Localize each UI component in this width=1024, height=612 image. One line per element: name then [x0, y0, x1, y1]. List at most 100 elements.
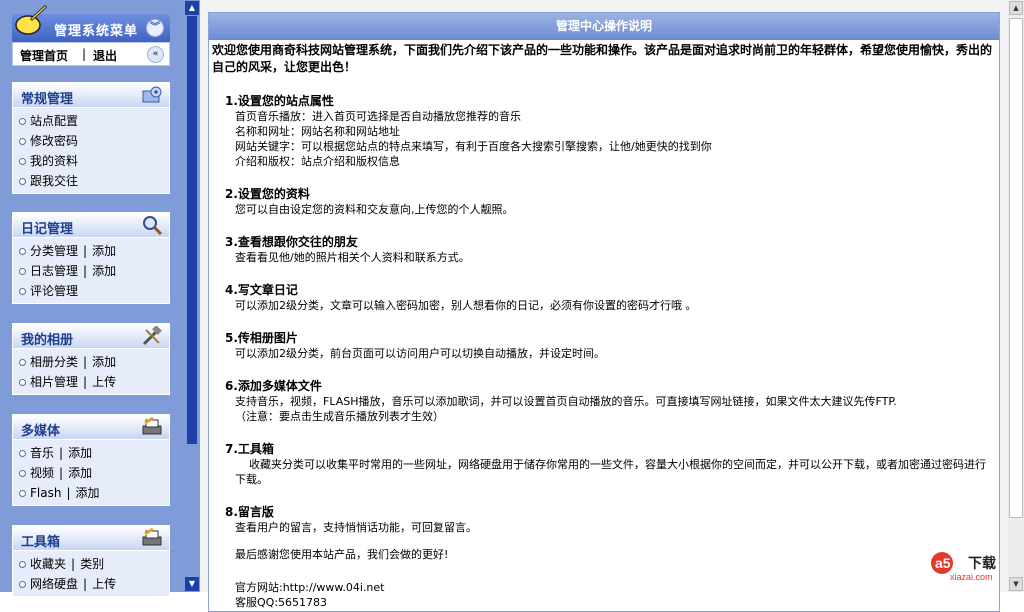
photo-upload-link[interactable]: 上传: [92, 375, 116, 389]
flash-add-link[interactable]: 添加: [76, 486, 100, 500]
video-add-link[interactable]: 添加: [68, 466, 92, 480]
section-line: 支持音乐，视频，FLASH播放，音乐可以添加歌词，并可以设置首页自动播放的音乐。…: [235, 395, 897, 408]
section-album: 5.传相册图片 可以添加2级分类，前台页面可以访问用户可以切换自动播放，并设定时…: [225, 331, 993, 361]
video-link[interactable]: 视频: [30, 466, 54, 480]
section-profile: 2.设置您的资料 您可以自由设定您的资料和交友意向,上传您的个人靓照。: [225, 187, 993, 217]
bullet-icon: [19, 158, 26, 165]
netdisk-link[interactable]: 网络硬盘: [30, 577, 78, 591]
menu-title: 管理系统菜单: [54, 24, 139, 39]
menu-item-change-password[interactable]: 修改密码: [19, 131, 169, 151]
main-area: 管理中心操作说明 欢迎您使用商奇科技网站管理系统，下面我们先介绍下该产品的一些功…: [200, 0, 1024, 612]
left-menu: 管理系统菜单 ︾ 管理首页 | 退出 « 常规管理 站点配置 修改密码 我的资料…: [0, 0, 184, 597]
section-title: 2.设置您的资料: [225, 187, 310, 201]
section-line: 可以添加2级分类，文章可以输入密码加密，别人想看你的日记，必须有你设置的密码才行…: [235, 299, 697, 312]
menu-group-toolbox: 工具箱 收藏夹 | 类别 网络硬盘 | 上传: [12, 525, 170, 597]
scroll-up-arrow-icon[interactable]: ▲: [1009, 1, 1023, 15]
favorites-category-link[interactable]: 类别: [80, 557, 104, 571]
section-title: 5.传相册图片: [225, 331, 298, 345]
section-line: 收藏夹分类可以收集平时常用的一些网址，网络硬盘用于储存你常用的一些文件，容量大小…: [235, 458, 986, 486]
log-add-link[interactable]: 添加: [92, 264, 116, 278]
menu-group-header[interactable]: 日记管理: [13, 213, 169, 238]
menu-item-netdisk: 网络硬盘 | 上传: [19, 574, 169, 594]
bullet-icon: [19, 178, 26, 185]
section-guestbook: 8.留言版 查看用户的留言，支持悄悄话功能，可回复留言。: [225, 505, 993, 535]
section-line: 查看看见他/她的照片相关个人资料和联系方式。: [235, 251, 470, 264]
category-add-link[interactable]: 添加: [92, 244, 116, 258]
menu-group-header[interactable]: 常规管理: [13, 83, 169, 108]
category-manage-link[interactable]: 分类管理: [30, 244, 78, 258]
menu-header: 管理系统菜单 ︾: [12, 5, 170, 42]
bullet-icon: [19, 118, 26, 125]
section-title: 4.写文章日记: [225, 283, 298, 297]
magnifier-icon: [143, 216, 163, 235]
closing-text: 最后感谢您使用本站产品，我们会做的更好!: [235, 548, 449, 561]
section-title: 1.设置您的站点属性: [225, 94, 334, 108]
menu-group-title: 多媒体: [21, 424, 61, 439]
menu-group-header[interactable]: 我的相册: [13, 324, 169, 349]
section-title: 8.留言版: [225, 505, 274, 519]
menu-item-music: 音乐 | 添加: [19, 443, 169, 463]
menu-group-album: 我的相册 相册分类 | 添加 相片管理 | 上传: [12, 323, 170, 395]
music-link[interactable]: 音乐: [30, 446, 54, 460]
scroll-thumb[interactable]: [187, 16, 197, 444]
section-title: 3.查看想跟你交往的朋友: [225, 235, 358, 249]
section-friends: 3.查看想跟你交往的朋友 查看看见他/她的照片相关个人资料和联系方式。: [225, 235, 993, 265]
menu-item-category: 分类管理 | 添加: [19, 241, 169, 261]
double-chevron-left-icon[interactable]: «: [147, 46, 164, 63]
bullet-icon: [19, 288, 26, 295]
scroll-up-arrow-icon[interactable]: ▲: [185, 1, 199, 15]
menu-item-contacts[interactable]: 跟我交往: [19, 171, 169, 191]
menu-item-comments[interactable]: 评论管理: [19, 281, 169, 301]
scroll-down-arrow-icon[interactable]: ▼: [185, 577, 199, 591]
music-add-link[interactable]: 添加: [68, 446, 92, 460]
watermark-domain: xiazai.com: [950, 572, 993, 582]
album-add-link[interactable]: 添加: [92, 355, 116, 369]
menu-group-header[interactable]: 工具箱: [13, 526, 169, 551]
netdisk-upload-link[interactable]: 上传: [92, 577, 116, 591]
section-line: 网站关键字：可以根据您站点的特点来填写，有利于百度各大搜索引擎搜索，让他/她更快…: [235, 140, 712, 153]
tools-icon: [142, 326, 162, 346]
log-manage-link[interactable]: 日志管理: [30, 264, 78, 278]
scroll-thumb[interactable]: [1009, 18, 1023, 518]
bullet-icon: [19, 470, 26, 477]
section-line: 介绍和版权：站点介绍和版权信息: [235, 155, 400, 168]
section-title: 7.工具箱: [225, 442, 274, 456]
menu-group-title: 常规管理: [21, 92, 74, 107]
watermark-brand: a5: [935, 555, 951, 571]
menu-item-album-category: 相册分类 | 添加: [19, 352, 169, 372]
section-line: 查看用户的留言，支持悄悄话功能，可回复留言。: [235, 521, 477, 534]
menu-item-log: 日志管理 | 添加: [19, 261, 169, 281]
bullet-icon: [19, 561, 26, 568]
flash-link[interactable]: Flash: [30, 486, 61, 500]
bullet-icon: [19, 490, 26, 497]
favorites-link[interactable]: 收藏夹: [30, 557, 66, 571]
bullet-icon: [19, 248, 26, 255]
section-title: 6.添加多媒体文件: [225, 379, 322, 393]
menu-group-title: 工具箱: [21, 535, 61, 550]
menu-scrollbar[interactable]: ▲ ▼: [184, 0, 200, 592]
album-category-link[interactable]: 相册分类: [30, 355, 78, 369]
menu-group-header[interactable]: 多媒体: [13, 415, 169, 440]
menu-item-my-profile[interactable]: 我的资料: [19, 151, 169, 171]
menu-item-favorites: 收藏夹 | 类别: [19, 554, 169, 574]
menu-group-general: 常规管理 站点配置 修改密码 我的资料 跟我交往: [12, 82, 170, 194]
menu-item-video: 视频 | 添加: [19, 463, 169, 483]
section-multimedia: 6.添加多媒体文件 支持音乐，视频，FLASH播放，音乐可以添加歌词，并可以设置…: [225, 379, 993, 424]
section-line: 可以添加2级分类，前台页面可以访问用户可以切换自动播放，并设定时间。: [235, 347, 605, 360]
watermark-word: 下载: [968, 555, 996, 572]
official-site-text: 官方网站:http://www.04i.net: [235, 581, 385, 594]
content-panel: 管理中心操作说明 欢迎您使用商奇科技网站管理系统，下面我们先介绍下该产品的一些功…: [208, 12, 1000, 612]
menu-group-multimedia: 多媒体 音乐 | 添加 视频 | 添加 Flash | 添加: [12, 414, 170, 506]
menu-item-flash: Flash | 添加: [19, 483, 169, 503]
double-chevron-down-icon[interactable]: ︾: [146, 19, 164, 37]
content-scrollbar[interactable]: ▲ ▼: [1008, 0, 1024, 592]
section-diary: 4.写文章日记 可以添加2级分类，文章可以输入密码加密，别人想看你的日记，必须有…: [225, 283, 993, 313]
intro-text: 欢迎您使用商奇科技网站管理系统，下面我们先介绍下该产品的一些功能和操作。该产品是…: [212, 43, 993, 74]
section-site-settings: 1.设置您的站点属性 首页音乐播放：进入首页可选择是否自动播放您推荐的音乐 名称…: [225, 94, 993, 169]
logout-link[interactable]: 退出: [93, 47, 117, 64]
menu-group-diary: 日记管理 分类管理 | 添加 日志管理 | 添加 评论管理: [12, 212, 170, 304]
admin-home-link[interactable]: 管理首页: [20, 47, 68, 64]
photo-manage-link[interactable]: 相片管理: [30, 375, 78, 389]
content-title: 管理中心操作说明: [209, 13, 999, 40]
menu-item-site-config[interactable]: 站点配置: [19, 111, 169, 131]
